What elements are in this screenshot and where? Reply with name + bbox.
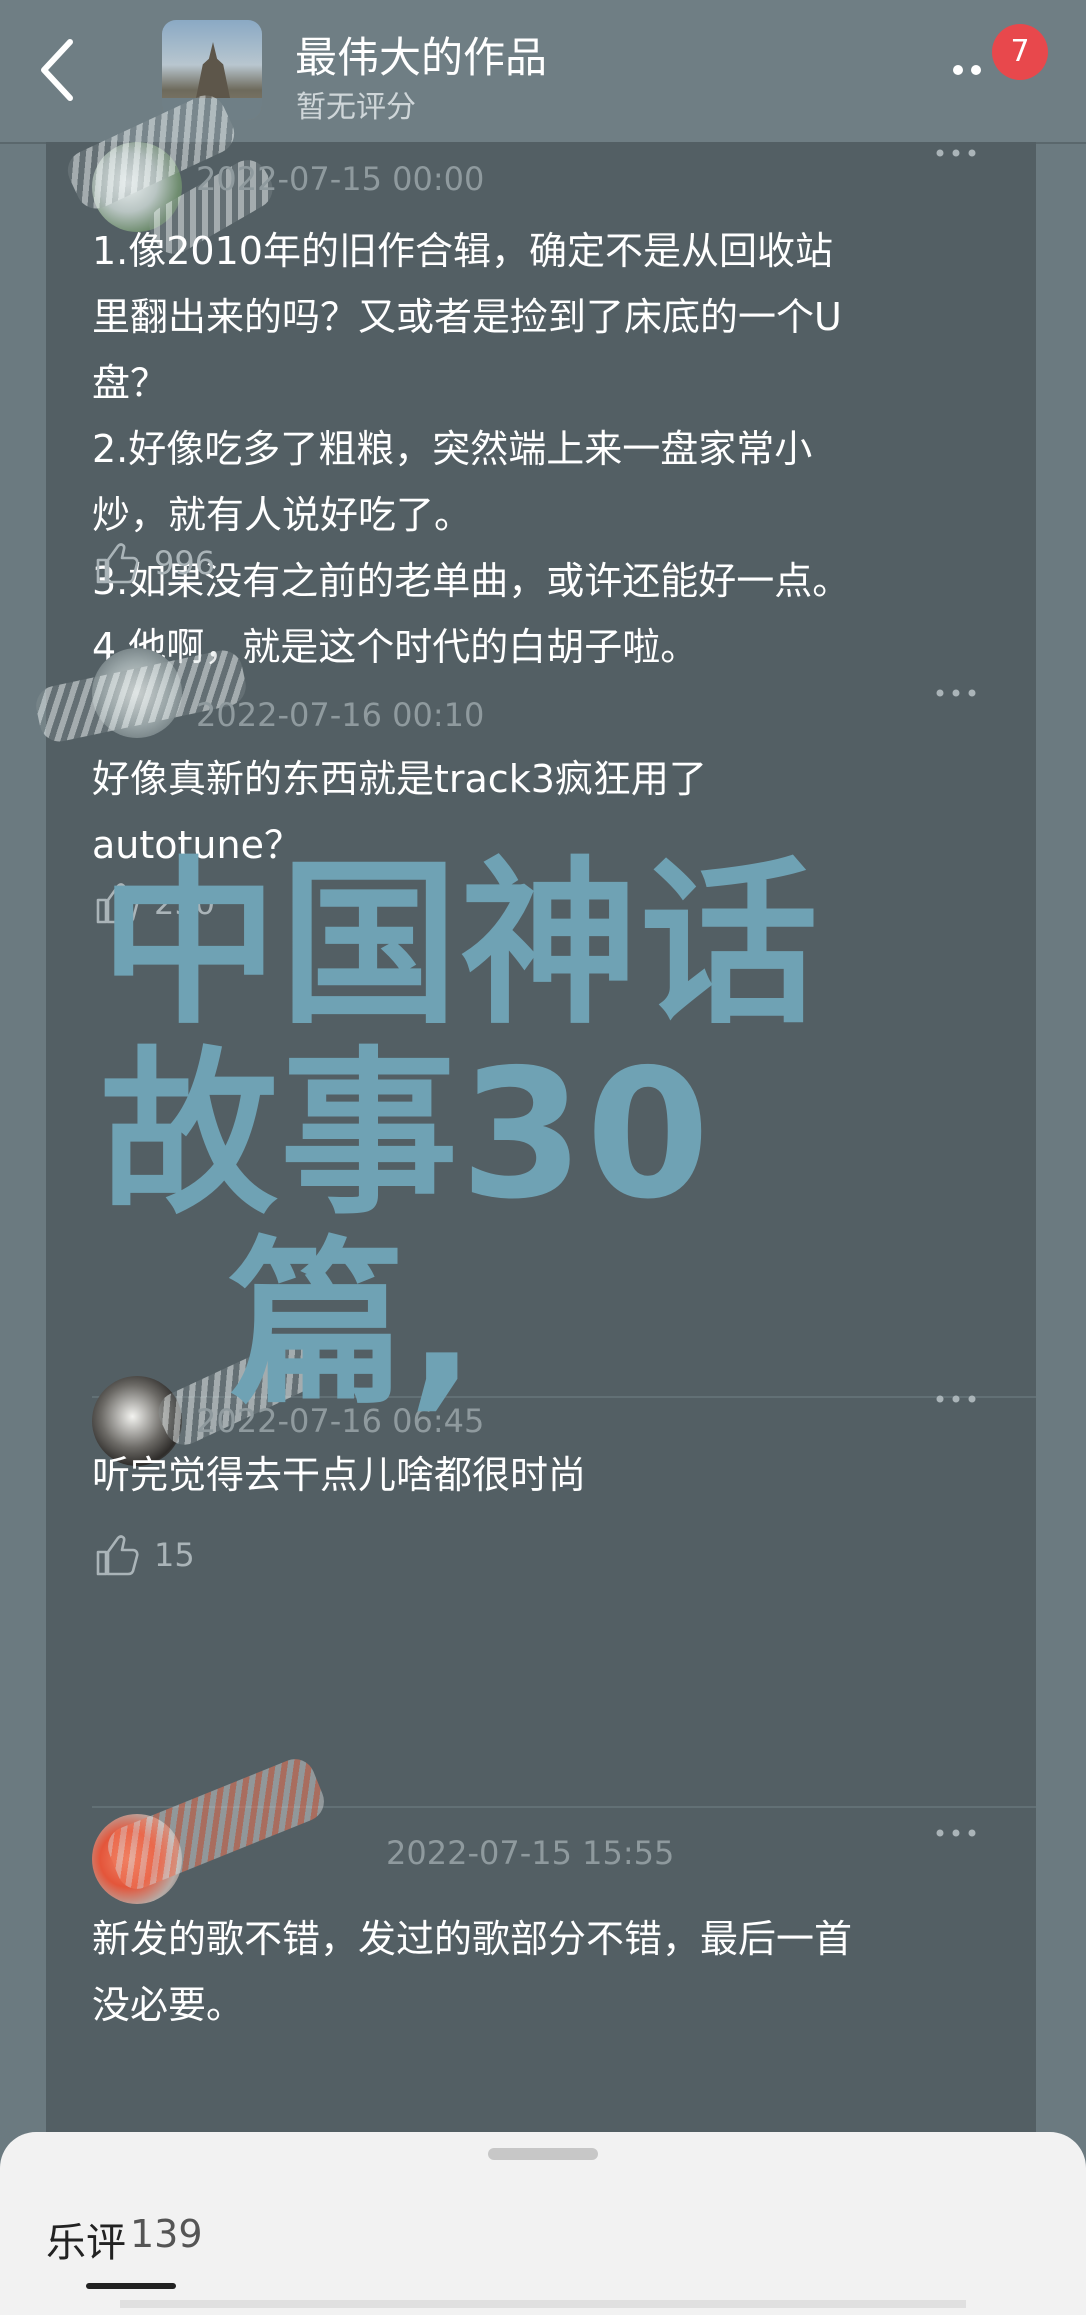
comment-more-button[interactable]	[926, 678, 986, 708]
notification-badge[interactable]: 7	[992, 24, 1048, 80]
album-art-castle	[196, 42, 230, 98]
comment-item: 2022-07-15 15:55 新发的歌不错，发过的歌部分不错，最后一首 没必…	[46, 1753, 1036, 2182]
more-dots-icon	[936, 689, 976, 697]
like-count: 996	[154, 544, 216, 582]
more-dots-icon	[936, 1829, 976, 1837]
rating-status: 暂无评分	[296, 90, 416, 125]
thumbs-up-icon	[96, 543, 139, 584]
comment-text: 1.像2010年的旧作合辑，确定不是从回收站 里翻出来的吗？又或者是捡到了床底的…	[92, 229, 851, 669]
thumbs-up-icon	[96, 1535, 139, 1576]
comment-item: 2022-07-16 06:45 听完觉得去干点儿啥都很时尚 15	[46, 1334, 1036, 1676]
more-dots-icon	[936, 149, 976, 157]
comment-text: 听完觉得去干点儿啥都很时尚	[92, 1453, 587, 1497]
blurred-username	[102, 1753, 330, 1895]
comment-more-button[interactable]	[926, 138, 986, 168]
like-count: 15	[154, 1536, 195, 1574]
comment-date: 2022-07-16 00:10	[196, 696, 485, 734]
reviews-count: 139	[130, 2212, 203, 2256]
more-dots-icon	[936, 1395, 976, 1403]
comment-more-button[interactable]	[926, 1384, 986, 1414]
active-tab-indicator	[86, 2283, 176, 2289]
comment-more-button[interactable]	[926, 1818, 986, 1848]
comment-date: 2022-07-15 15:55	[386, 1834, 675, 1872]
back-arrow-icon	[41, 39, 73, 101]
overlay-watermark-text: 中国神话 故事30 篇,	[100, 841, 820, 1428]
album-title: 最伟大的作品	[295, 33, 548, 82]
back-button[interactable]	[30, 30, 90, 110]
reviews-tab-label[interactable]: 乐评	[46, 2210, 126, 2268]
home-indicator	[120, 2300, 966, 2308]
drag-handle[interactable]	[488, 2148, 598, 2160]
comment-text: 新发的歌不错，发过的歌部分不错，最后一首 没必要。	[92, 1917, 853, 2027]
comment-date: 2022-07-15 00:00	[196, 160, 485, 198]
